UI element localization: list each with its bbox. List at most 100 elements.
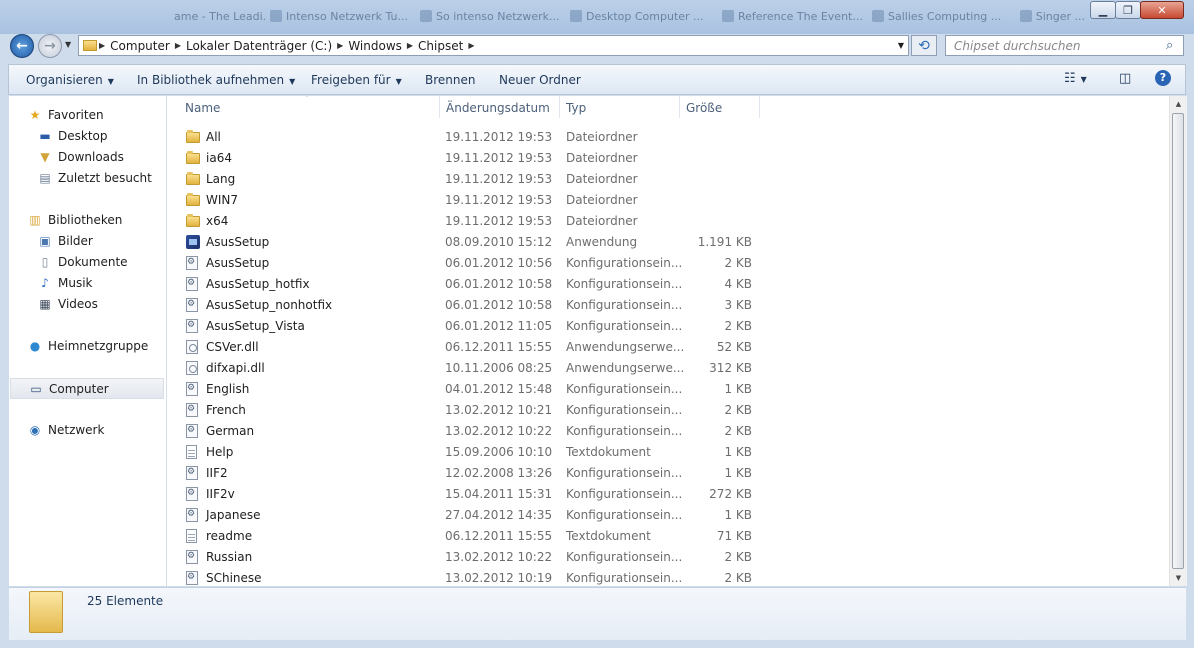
nav-recent[interactable]: ▤ Zuletzt besucht [37, 169, 152, 187]
address-bar[interactable]: ▶ Computer ▶ Lokaler Datenträger (C:) ▶ … [78, 35, 909, 56]
nav-network[interactable]: ◉ Netzwerk [27, 421, 105, 439]
file-row[interactable]: Help 15.09.2006 10:10 Textdokument 1 KB [167, 442, 1167, 463]
file-date: 15.09.2006 10:10 [445, 445, 553, 459]
forward-button[interactable]: → [38, 34, 62, 58]
background-tab-label: Desktop Computer ... [586, 9, 704, 23]
file-row[interactable]: difxapi.dll 10.11.2006 08:25 Anwendungserw… [167, 358, 1167, 379]
breadcrumb-separator[interactable]: ▶ [97, 41, 107, 50]
breadcrumb-windows[interactable]: Windows [345, 39, 405, 53]
refresh-icon: ⟲ [918, 37, 930, 54]
address-dropdown-icon[interactable]: ▼ [898, 41, 904, 50]
nav-pictures[interactable]: ▣ Bilder [37, 232, 93, 250]
minimize-button[interactable]: ▁ [1090, 1, 1116, 19]
breadcrumb-chipset[interactable]: Chipset [415, 39, 466, 53]
file-row[interactable]: Japanese 27.04.2012 14:35 Konfigurationsei… [167, 505, 1167, 526]
file-row[interactable]: IIF2v 15.04.2011 15:31 Konfigurationsein..… [167, 484, 1167, 505]
file-row[interactable]: SChinese 13.02.2012 10:19 Konfigurationsei… [167, 568, 1167, 586]
file-date: 13.02.2012 10:19 [445, 571, 553, 585]
refresh-button[interactable]: ⟲ [911, 35, 937, 56]
file-type: Konfigurationsein... [566, 550, 683, 564]
config-file-icon [186, 403, 200, 417]
file-row[interactable]: IIF2 12.02.2008 13:26 Konfigurationsein...… [167, 463, 1167, 484]
scroll-up-button[interactable]: ▲ [1170, 96, 1187, 112]
nav-computer[interactable]: ▭ Computer [10, 378, 164, 399]
file-list: ˄ Name Änderungsdatum Typ Größe All 19.11… [167, 96, 1169, 586]
nav-favorites[interactable]: ★ Favoriten [27, 106, 104, 124]
file-row[interactable]: English 04.01.2012 15:48 Konfigurationsein… [167, 379, 1167, 400]
file-date: 06.01.2012 10:56 [445, 256, 553, 270]
file-row[interactable]: AsusSetup 08.09.2010 15:12 Anwendung 1.191 … [167, 232, 1167, 253]
preview-pane-button[interactable]: ◫ [1119, 71, 1131, 86]
file-type: Dateiordner [566, 193, 638, 207]
file-row[interactable]: AsusSetup 06.01.2012 10:56 Konfigurationse… [167, 253, 1167, 274]
nav-documents[interactable]: ▯ Dokumente [37, 253, 128, 271]
file-row[interactable]: AsusSetup_nonhotfix 06.01.2012 10:58 Konfi… [167, 295, 1167, 316]
file-name: difxapi.dll [206, 361, 265, 375]
include-library-button[interactable]: In Bibliothek aufnehmen ▼ [137, 73, 295, 87]
file-size: 1 KB [724, 466, 752, 480]
nav-downloads[interactable]: ▼ Downloads [37, 148, 124, 166]
file-row[interactable]: AsusSetup_hotfix 06.01.2012 10:58 Konfigur… [167, 274, 1167, 295]
file-row[interactable]: WIN7 19.11.2012 19:53 Dateiordner [167, 190, 1167, 211]
breadcrumb-separator[interactable]: ▶ [173, 41, 183, 50]
column-header-type[interactable]: Typ [566, 101, 586, 115]
search-input[interactable] [952, 37, 1166, 54]
file-row[interactable]: ia64 19.11.2012 19:53 Dateiordner [167, 148, 1167, 169]
column-divider[interactable] [439, 96, 440, 118]
file-row[interactable]: Lang 19.11.2012 19:53 Dateiordner [167, 169, 1167, 190]
file-row[interactable]: French 13.02.2012 10:21 Konfigurationsein.… [167, 400, 1167, 421]
nav-libraries[interactable]: ▥ Bibliotheken [27, 211, 122, 229]
file-date: 10.11.2006 08:25 [445, 361, 553, 375]
file-row[interactable]: x64 19.11.2012 19:53 Dateiordner [167, 211, 1167, 232]
scroll-thumb[interactable] [1172, 113, 1184, 569]
breadcrumb-drive[interactable]: Lokaler Datenträger (C:) [183, 39, 335, 53]
view-options-button[interactable]: ☷ ▼ [1064, 71, 1087, 86]
music-icon: ♪ [41, 276, 49, 290]
breadcrumb-separator[interactable]: ▶ [335, 41, 345, 50]
breadcrumb-separator[interactable]: ▶ [466, 41, 476, 50]
breadcrumb-separator[interactable]: ▶ [405, 41, 415, 50]
close-button[interactable]: ✕ [1140, 1, 1184, 19]
column-header-size[interactable]: Größe [686, 101, 722, 115]
file-row[interactable]: readme 06.12.2011 15:55 Textdokument 71 KB [167, 526, 1167, 547]
file-row[interactable]: Russian 13.02.2012 10:22 Konfigurationsein… [167, 547, 1167, 568]
burn-button[interactable]: Brennen [425, 73, 475, 87]
history-dropdown[interactable]: ▼ [65, 40, 71, 49]
nav-label: Bibliotheken [48, 213, 123, 227]
nav-homegroup[interactable]: ● Heimnetzgruppe [27, 337, 148, 355]
organize-button[interactable]: Organisieren ▼ [26, 73, 114, 87]
share-button[interactable]: Freigeben für ▼ [311, 73, 402, 87]
config-file-icon [186, 550, 200, 564]
column-divider[interactable] [559, 96, 560, 118]
breadcrumb-computer[interactable]: Computer [107, 39, 173, 53]
file-row[interactable]: CSVer.dll 06.12.2011 15:55 Anwendungserwe.… [167, 337, 1167, 358]
file-name: Japanese [206, 508, 261, 522]
nav-videos[interactable]: ▦ Videos [37, 295, 98, 313]
folder-icon [186, 172, 200, 186]
vertical-scrollbar[interactable]: ▲ ▼ [1169, 96, 1187, 586]
column-divider[interactable] [759, 96, 760, 118]
page-icon [722, 10, 734, 22]
include-library-label: In Bibliothek aufnehmen [137, 73, 285, 87]
file-name: Russian [206, 550, 253, 564]
column-divider[interactable] [679, 96, 680, 118]
videos-icon: ▦ [39, 297, 51, 311]
nav-desktop[interactable]: ▬ Desktop [37, 127, 107, 145]
new-folder-label: Neuer Ordner [499, 73, 581, 87]
file-row[interactable]: German 13.02.2012 10:22 Konfigurationsein.… [167, 421, 1167, 442]
new-folder-button[interactable]: Neuer Ordner [499, 73, 581, 87]
file-row[interactable]: All 19.11.2012 19:53 Dateiordner [167, 127, 1167, 148]
file-row[interactable]: AsusSetup_Vista 06.01.2012 11:05 Konfigura… [167, 316, 1167, 337]
chevron-down-icon: ▼ [1080, 75, 1087, 84]
nav-label: Dokumente [58, 255, 128, 269]
column-header-date[interactable]: Änderungsdatum [446, 101, 550, 115]
column-header-name[interactable]: Name [185, 101, 220, 115]
back-button[interactable]: ← [10, 34, 34, 58]
help-button[interactable]: ? [1155, 70, 1171, 86]
nav-music[interactable]: ♪ Musik [37, 274, 92, 292]
maximize-button[interactable]: ❐ [1115, 1, 1141, 19]
search-box[interactable]: ⌕ [945, 35, 1184, 56]
details-pane: 25 Elemente [9, 587, 1186, 640]
scroll-down-button[interactable]: ▼ [1170, 570, 1187, 586]
search-icon[interactable]: ⌕ [1166, 38, 1173, 53]
